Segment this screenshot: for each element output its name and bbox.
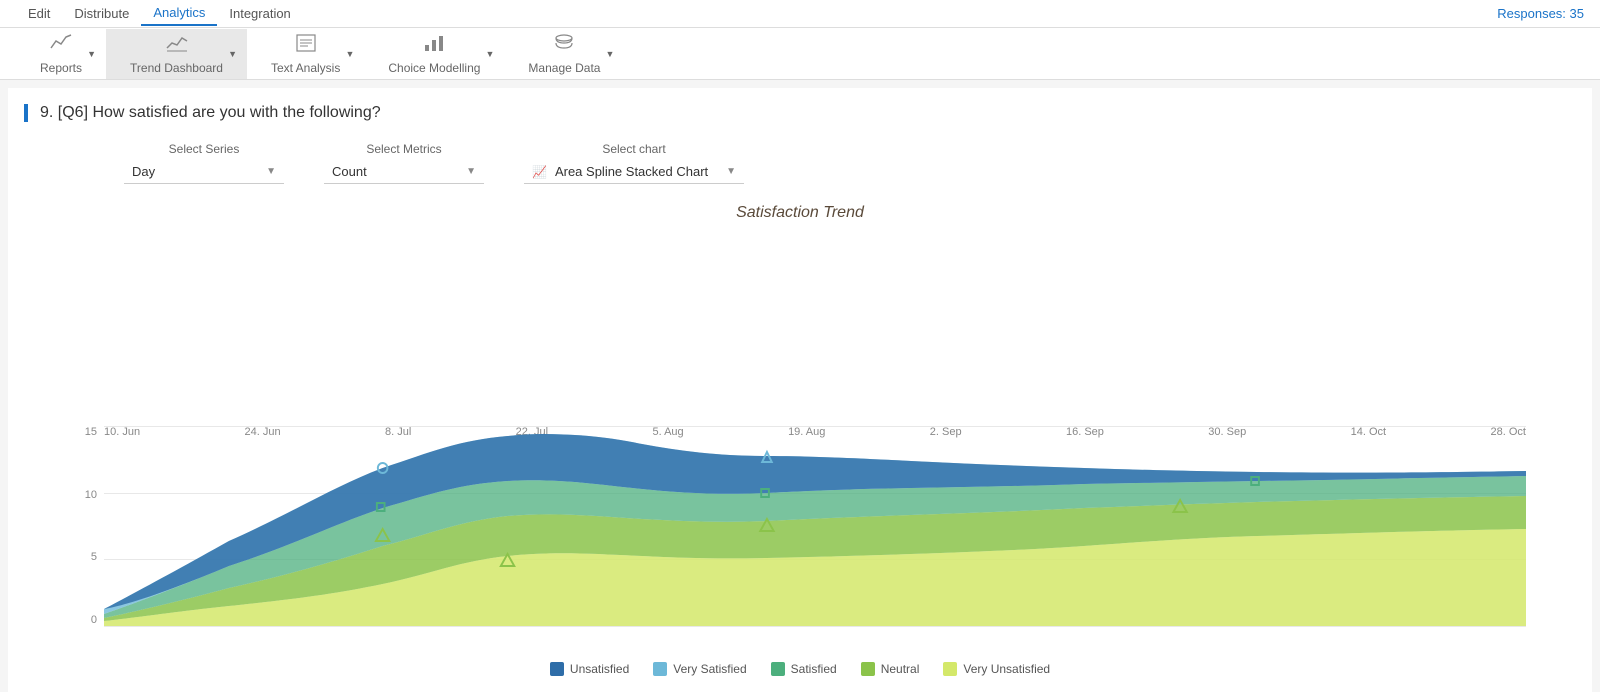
y-0: 0: [69, 614, 97, 626]
chart-area: Satisfaction Trend 15 10 5 0: [24, 204, 1576, 676]
text-arrow: ▼: [345, 49, 354, 59]
trend-icon: [166, 33, 188, 59]
legend-satisfied-color: [771, 662, 785, 676]
series-value: Day: [132, 164, 155, 179]
subnav-choice-label: Choice Modelling: [388, 61, 480, 75]
metrics-value: Count: [332, 164, 367, 179]
responses-badge: Responses: 35: [1497, 6, 1584, 21]
legend-satisfied: Satisfied: [771, 662, 837, 676]
choice-icon: [423, 33, 445, 59]
subnav-manage-label: Manage Data: [528, 61, 600, 75]
grid-0: [104, 626, 1526, 627]
legend-neutral-color: [861, 662, 875, 676]
subnav-choice[interactable]: Choice Modelling ▼: [364, 29, 504, 79]
reports-icon: [50, 33, 72, 59]
chart-wrapper: 15 10 5 0: [104, 426, 1526, 646]
question-title: 9. [Q6] How satisfied are you with the f…: [24, 104, 1576, 122]
text-icon: [295, 33, 317, 59]
legend-unsatisfied-color: [550, 662, 564, 676]
main-content: 9. [Q6] How satisfied are you with the f…: [8, 88, 1592, 692]
top-navigation: Edit Distribute Analytics Integration Re…: [0, 0, 1600, 28]
chart-type-icon: 📈: [532, 165, 547, 179]
metrics-label: Select Metrics: [324, 142, 484, 156]
legend-very-satisfied: Very Satisfied: [653, 662, 746, 676]
subnav-trend-label: Trend Dashboard: [130, 61, 223, 75]
legend-unsatisfied: Unsatisfied: [550, 662, 629, 676]
legend-neutral-label: Neutral: [881, 662, 920, 676]
nav-distribute[interactable]: Distribute: [62, 2, 141, 25]
legend-very-unsatisfied-color: [943, 662, 957, 676]
legend-satisfied-label: Satisfied: [791, 662, 837, 676]
nav-integration[interactable]: Integration: [217, 2, 302, 25]
legend-very-unsatisfied-label: Very Unsatisfied: [963, 662, 1050, 676]
trend-arrow: ▼: [228, 49, 237, 59]
choice-arrow: ▼: [486, 49, 495, 59]
y-5: 5: [69, 551, 97, 563]
subnav-reports-label: Reports: [40, 61, 82, 75]
series-arrow-icon: ▼: [266, 166, 276, 177]
legend-very-satisfied-color: [653, 662, 667, 676]
subnav-text-label: Text Analysis: [271, 61, 340, 75]
sub-navigation: Reports ▼ Trend Dashboard ▼ Text Analysi…: [0, 28, 1600, 80]
area-chart-svg: [104, 426, 1526, 626]
subnav-manage[interactable]: Manage Data ▼: [504, 29, 624, 79]
metrics-arrow-icon: ▼: [466, 166, 476, 177]
chart-legend: Unsatisfied Very Satisfied Satisfied Neu…: [64, 662, 1536, 676]
chart-type-arrow-icon: ▼: [726, 166, 736, 177]
legend-very-satisfied-label: Very Satisfied: [673, 662, 746, 676]
chart-type-value: Area Spline Stacked Chart: [555, 164, 708, 179]
metrics-select[interactable]: Count ▼: [324, 160, 484, 184]
y-15: 15: [69, 426, 97, 438]
legend-very-unsatisfied: Very Unsatisfied: [943, 662, 1050, 676]
controls-row: Select Series Day ▼ Select Metrics Count…: [24, 142, 1576, 184]
chart-type-select[interactable]: 📈 Area Spline Stacked Chart ▼: [524, 160, 744, 184]
legend-unsatisfied-label: Unsatisfied: [570, 662, 629, 676]
series-label: Select Series: [124, 142, 284, 156]
manage-arrow: ▼: [606, 49, 615, 59]
nav-analytics[interactable]: Analytics: [141, 1, 217, 26]
metrics-control: Select Metrics Count ▼: [324, 142, 484, 184]
y-10: 10: [69, 489, 97, 501]
series-control: Select Series Day ▼: [124, 142, 284, 184]
subnav-text[interactable]: Text Analysis ▼: [247, 29, 364, 79]
series-select[interactable]: Day ▼: [124, 160, 284, 184]
subnav-trend[interactable]: Trend Dashboard ▼: [106, 29, 247, 79]
nav-edit[interactable]: Edit: [16, 2, 62, 25]
chart-type-control: Select chart 📈 Area Spline Stacked Chart…: [524, 142, 744, 184]
y-axis: 15 10 5 0: [69, 426, 97, 626]
chart-title: Satisfaction Trend: [64, 204, 1536, 222]
subnav-reports[interactable]: Reports ▼: [16, 29, 106, 79]
manage-icon: [553, 33, 575, 59]
reports-arrow: ▼: [87, 49, 96, 59]
chart-type-label: Select chart: [524, 142, 744, 156]
legend-neutral: Neutral: [861, 662, 920, 676]
